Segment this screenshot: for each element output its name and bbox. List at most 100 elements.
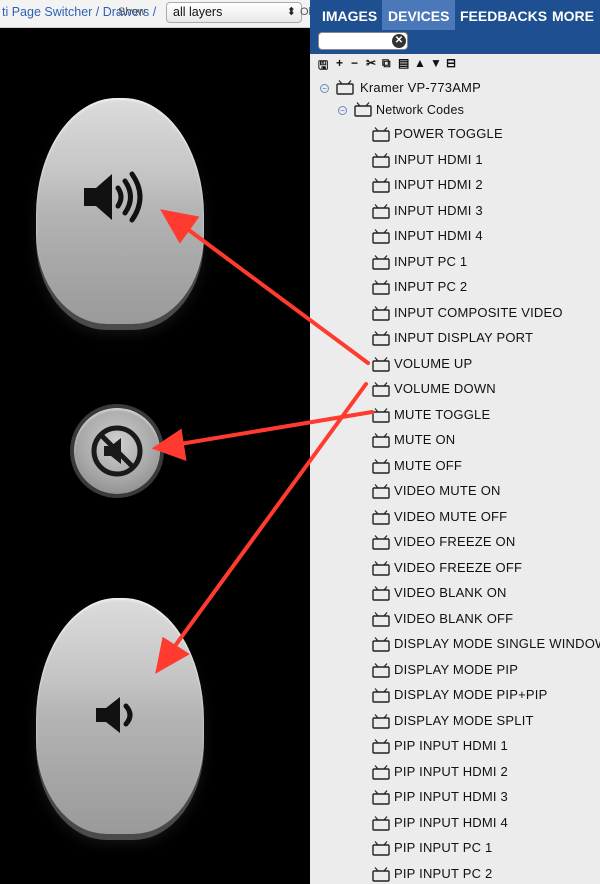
canvas-area: ti Page Switcher / Drawers / Show all la… [0,0,310,884]
speaker-muted-icon [91,425,143,477]
tree-command-item[interactable]: POWER TOGGLE [372,122,598,146]
panel-tabs: IMAGES DEVICES FEEDBACKS MORE [310,0,600,30]
tree-device-node[interactable]: − Kramer VP-773AMP [320,76,590,100]
tv-icon [372,254,390,278]
tree-command-item[interactable]: INPUT COMPOSITE VIDEO [372,301,598,325]
tree-command-item[interactable]: VIDEO MUTE ON [372,479,598,503]
tree-command-item[interactable]: PIP INPUT PC 2 [372,862,598,884]
command-label: INPUT HDMI 1 [394,151,483,167]
tv-icon [372,611,390,635]
speaker-loud-icon [84,171,143,223]
command-label: VOLUME DOWN [394,381,496,396]
command-label: DISPLAY MODE PIP+PIP [394,687,548,702]
command-label: INPUT PC 2 [394,279,468,294]
device-label: Kramer VP-773AMP [360,80,481,95]
copy-icon[interactable]: ⧉ [382,56,391,71]
collapse-icon[interactable]: ⊟ [446,56,456,70]
tab-images[interactable]: IMAGES [316,0,383,30]
move-down-icon[interactable]: ▼ [430,56,442,70]
tree-command-item[interactable]: DISPLAY MODE SINGLE WINDOW [372,632,600,656]
tree-command-item[interactable]: PIP INPUT HDMI 2 [372,760,598,784]
top-bar: ti Page Switcher / Drawers / Show all la… [0,0,310,28]
tab-devices[interactable]: DEVICES [382,0,456,30]
tree-command-item[interactable]: DISPLAY MODE PIP [372,658,598,682]
command-label: DISPLAY MODE PIP [394,661,519,677]
tree-command-item[interactable]: PIP INPUT PC 1 [372,836,598,860]
tree-group-node[interactable]: − Network Codes [338,98,588,122]
command-label: PIP INPUT HDMI 2 [394,763,508,779]
tab-feedbacks[interactable]: FEEDBACKS [454,0,553,30]
tv-icon [372,509,390,533]
command-label: INPUT HDMI 4 [394,228,483,243]
tv-icon [354,102,372,117]
mute-button[interactable] [74,408,160,494]
command-label: INPUT COMPOSITE VIDEO [394,304,563,320]
tv-icon [372,585,390,609]
tv-icon [372,662,390,686]
tv-icon [372,279,390,303]
tree-command-item[interactable]: VIDEO MUTE OFF [372,505,598,529]
volume-up-button[interactable] [36,98,204,324]
layer-select[interactable]: all layers ⬍ [166,2,302,23]
collapse-icon[interactable]: − [338,106,347,115]
tree-command-item[interactable]: MUTE OFF [372,454,598,478]
tv-icon [372,713,390,737]
tree-command-item[interactable]: INPUT HDMI 1 [372,148,598,172]
group-label: Network Codes [376,103,465,117]
tv-icon [372,177,390,201]
volume-down-button[interactable] [36,598,204,834]
side-panel: IMAGES DEVICES FEEDBACKS MORE ✕ 🖫 + − ✂ … [310,0,600,884]
tv-icon [372,840,390,864]
truncated-label: Ol [300,6,310,18]
command-label: INPUT PC 1 [394,253,468,269]
cut-icon[interactable]: ✂ [366,56,376,70]
tv-icon [372,432,390,456]
tree-toolbar: 🖫 + − ✂ ⧉ ▤ ▲ ▼ ⊟ [310,54,600,74]
show-label: Show [118,6,146,18]
tv-icon [372,228,390,252]
add-icon[interactable]: + [336,56,343,70]
tree-command-item[interactable]: PIP INPUT HDMI 3 [372,785,598,809]
layer-select-value: all layers [173,5,223,19]
tv-icon [372,458,390,482]
tree-command-item[interactable]: MUTE ON [372,428,598,452]
paste-icon[interactable]: ▤ [398,56,409,70]
select-arrows-icon: ⬍ [286,6,296,18]
command-label: VOLUME UP [394,355,473,371]
tree-command-item[interactable]: INPUT PC 1 [372,250,598,274]
collapse-icon[interactable]: − [320,84,329,93]
tree-command-item[interactable]: INPUT PC 2 [372,275,598,299]
tree-command-item[interactable]: INPUT HDMI 4 [372,224,598,248]
tree-command-item[interactable]: DISPLAY MODE SPLIT [372,709,598,733]
tree-command-item[interactable]: INPUT HDMI 2 [372,173,598,197]
command-label: VIDEO BLANK OFF [394,610,514,626]
tree-command-item[interactable]: PIP INPUT HDMI 1 [372,734,598,758]
save-icon[interactable]: 🖫 [318,56,328,77]
remove-icon[interactable]: − [351,56,358,70]
tab-more[interactable]: MORE [546,0,600,30]
tree-command-item[interactable]: VOLUME DOWN [372,377,598,401]
tree-command-item[interactable]: VOLUME UP [372,352,598,376]
move-up-icon[interactable]: ▲ [414,56,426,70]
tv-icon [372,866,390,884]
tv-icon [372,356,390,380]
command-label: DISPLAY MODE SPLIT [394,712,534,728]
tree-command-item[interactable]: PIP INPUT HDMI 4 [372,811,598,835]
tv-icon [372,764,390,788]
tv-icon [372,738,390,762]
tree-command-item[interactable]: VIDEO FREEZE ON [372,530,598,554]
command-label: INPUT HDMI 3 [394,202,483,218]
tree-command-item[interactable]: MUTE TOGGLE [372,403,598,427]
tree-command-item[interactable]: INPUT HDMI 3 [372,199,598,223]
tree-command-item[interactable]: VIDEO BLANK ON [372,581,598,605]
tree-command-item[interactable]: INPUT DISPLAY PORT [372,326,598,350]
tree-command-item[interactable]: DISPLAY MODE PIP+PIP [372,683,598,707]
tree-command-item[interactable]: VIDEO BLANK OFF [372,607,598,631]
command-label: PIP INPUT PC 2 [394,865,493,881]
clear-search-icon[interactable]: ✕ [392,34,406,48]
tv-icon [372,560,390,584]
command-label: POWER TOGGLE [394,126,503,141]
tv-icon [372,534,390,558]
tree-command-item[interactable]: VIDEO FREEZE OFF [372,556,598,580]
command-label: VIDEO FREEZE OFF [394,559,523,575]
